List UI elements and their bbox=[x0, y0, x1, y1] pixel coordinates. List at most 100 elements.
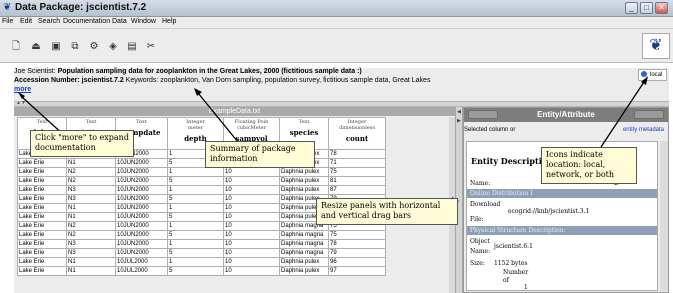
menu-file[interactable]: File bbox=[2, 18, 13, 25]
transfer-icon[interactable]: ◈ bbox=[107, 41, 119, 53]
table-cell[interactable]: 5 bbox=[167, 194, 224, 204]
table-cell[interactable]: N3 bbox=[66, 194, 116, 204]
table-cell[interactable]: 10JUN2000 bbox=[115, 203, 168, 213]
table-cell[interactable]: Lake Erie bbox=[17, 248, 67, 258]
expand-left-icon[interactable]: ◀ bbox=[457, 109, 461, 115]
table-cell[interactable]: 10JUN2000 bbox=[115, 194, 168, 204]
table-cell[interactable]: 5 bbox=[167, 266, 224, 276]
table-row[interactable]: Lake Erie N1 10JUL2000 5 10 Daphnia pulex 97 bbox=[17, 266, 386, 276]
new-document-icon[interactable]: 🗋 bbox=[10, 41, 22, 53]
table-cell[interactable]: 5 bbox=[167, 212, 224, 222]
table-cell[interactable]: 5 bbox=[167, 248, 224, 258]
table-cell[interactable]: 97 bbox=[328, 266, 386, 276]
table-cell[interactable]: 10JUN2000 bbox=[115, 221, 168, 231]
table-cell[interactable]: Daphnia magna bbox=[279, 239, 329, 249]
table-cell[interactable]: 75 bbox=[328, 230, 386, 240]
table-cell[interactable]: 10JUN2000 bbox=[115, 248, 168, 258]
table-cell[interactable]: N1 bbox=[66, 203, 116, 213]
table-cell[interactable]: Lake Erie bbox=[17, 257, 67, 267]
table-cell[interactable]: 10 bbox=[223, 185, 280, 195]
table-cell[interactable]: N3 bbox=[66, 248, 116, 258]
table-cell[interactable]: 1 bbox=[167, 239, 224, 249]
table-cell[interactable]: Lake Erie bbox=[17, 239, 67, 249]
table-cell[interactable]: Daphnia pulex bbox=[279, 266, 329, 276]
network-icon[interactable]: ⚙ bbox=[88, 41, 100, 53]
table-cell[interactable]: Daphnia magna bbox=[279, 248, 329, 258]
table-cell[interactable]: 10 bbox=[223, 230, 280, 240]
close-button[interactable]: ✕ bbox=[655, 2, 668, 14]
table-cell[interactable]: 5 bbox=[167, 230, 224, 240]
table-cell[interactable]: Lake Erie bbox=[17, 266, 67, 276]
table-cell[interactable]: N1 bbox=[66, 266, 116, 276]
table-cell[interactable]: 71 bbox=[328, 158, 386, 168]
table-cell[interactable]: 10JUN2000 bbox=[115, 212, 168, 222]
table-cell[interactable]: N3 bbox=[66, 185, 116, 195]
table-cell[interactable]: Daphnia pulex bbox=[279, 185, 329, 195]
table-cell[interactable]: 87 bbox=[328, 185, 386, 195]
menu-window[interactable]: Window bbox=[131, 18, 156, 25]
table-cell[interactable]: N1 bbox=[66, 212, 116, 222]
menu-data[interactable]: Data bbox=[112, 18, 127, 25]
collapse-arrows-icon[interactable]: ▲▼ bbox=[16, 100, 26, 106]
entity-metadata-link[interactable]: entity metadata bbox=[623, 127, 664, 133]
table-cell[interactable]: 10JUN2000 bbox=[115, 239, 168, 249]
table-cell[interactable]: N3 bbox=[66, 239, 116, 249]
table-row[interactable]: Lake Erie N1 10JUL2000 1 10 Daphnia pulex 96 bbox=[17, 257, 386, 267]
table-cell[interactable]: 81 bbox=[328, 176, 386, 186]
table-cell[interactable]: Lake Erie bbox=[17, 203, 67, 213]
table-cell[interactable]: N1 bbox=[66, 158, 116, 168]
table-cell[interactable]: 10 bbox=[223, 194, 280, 204]
table-cell[interactable]: 10 bbox=[223, 266, 280, 276]
table-cell[interactable]: N2 bbox=[66, 167, 116, 177]
table-row[interactable]: Lake Erie N3 10JUN2000 1 10 Daphnia pulex 87 bbox=[17, 185, 386, 195]
table-row[interactable]: Lake Erie N3 10JUN2000 1 10 Daphnia magna 78 bbox=[17, 239, 386, 249]
table-cell[interactable]: Lake Erie bbox=[17, 212, 67, 222]
table-cell[interactable]: 79 bbox=[328, 248, 386, 258]
expand-right-icon[interactable]: ▶ bbox=[457, 118, 461, 124]
table-row[interactable]: Lake ErieN110JUN2000510Daphnia pulex71 bbox=[17, 158, 386, 168]
table-cell[interactable]: Lake Erie bbox=[17, 221, 67, 231]
table-cell[interactable]: 10 bbox=[223, 212, 280, 222]
table-cell[interactable]: Lake Erie bbox=[17, 194, 67, 204]
table-cell[interactable]: 1 bbox=[167, 257, 224, 267]
table-cell[interactable]: 10JUN2000 bbox=[115, 176, 168, 186]
table-cell[interactable]: N2 bbox=[66, 230, 116, 240]
open-icon[interactable]: ⏏ bbox=[30, 41, 42, 53]
table-cell[interactable]: Lake Erie bbox=[17, 230, 67, 240]
table-cell[interactable]: 10 bbox=[223, 167, 280, 177]
table-cell[interactable]: N2 bbox=[66, 221, 116, 231]
table-cell[interactable]: 10JUN2000 bbox=[115, 158, 168, 168]
table-cell[interactable]: N2 bbox=[66, 176, 116, 186]
table-cell[interactable]: 1 bbox=[167, 167, 224, 177]
table-cell[interactable]: 10 bbox=[223, 176, 280, 186]
table-cell[interactable]: 78 bbox=[328, 239, 386, 249]
table-cell[interactable]: 75 bbox=[328, 167, 386, 177]
tools-icon[interactable]: ✂ bbox=[145, 41, 157, 53]
table-row[interactable]: Lake Erie N3 10JUN2000 5 10 Daphnia magna 79 bbox=[17, 248, 386, 258]
table-cell[interactable]: Daphnia pulex bbox=[279, 257, 329, 267]
minimize-button[interactable]: _ bbox=[625, 2, 638, 14]
table-cell[interactable]: 1 bbox=[167, 221, 224, 231]
table-cell[interactable]: 1 bbox=[167, 203, 224, 213]
table-row[interactable]: Lake Erie N2 10JUN2000 5 10 Daphnia magna 75 bbox=[17, 230, 386, 240]
save-icon[interactable]: ▣ bbox=[50, 41, 62, 53]
print-icon[interactable]: ▤ bbox=[126, 41, 138, 53]
table-cell[interactable]: 10JUL2000 bbox=[115, 266, 168, 276]
copy-icon[interactable]: ⧉ bbox=[69, 41, 81, 53]
table-cell[interactable]: 10 bbox=[223, 239, 280, 249]
table-cell[interactable]: Daphnia magna bbox=[279, 230, 329, 240]
table-cell[interactable]: Daphnia pulex bbox=[279, 176, 329, 186]
table-cell[interactable]: 10 bbox=[223, 248, 280, 258]
menu-documentation[interactable]: Documentation bbox=[63, 18, 110, 25]
entity-forward-button[interactable] bbox=[634, 110, 664, 119]
table-row[interactable]: Lake Erie N2 10JUN2000 1 10 Daphnia pulex 75 bbox=[17, 167, 386, 177]
menu-edit[interactable]: Edit bbox=[20, 18, 32, 25]
table-cell[interactable]: Lake Erie bbox=[17, 167, 67, 177]
table-cell[interactable]: 10JUL2000 bbox=[115, 257, 168, 267]
table-row[interactable]: Lake Erie N2 10JUN2000 5 10 Daphnia pulex 81 bbox=[17, 176, 386, 186]
table-cell[interactable]: N1 bbox=[66, 257, 116, 267]
table-cell[interactable]: Lake Erie bbox=[17, 158, 67, 168]
maximize-button[interactable]: □ bbox=[640, 2, 653, 14]
table-cell[interactable]: 1 bbox=[167, 185, 224, 195]
table-cell[interactable]: 78 bbox=[328, 149, 386, 159]
